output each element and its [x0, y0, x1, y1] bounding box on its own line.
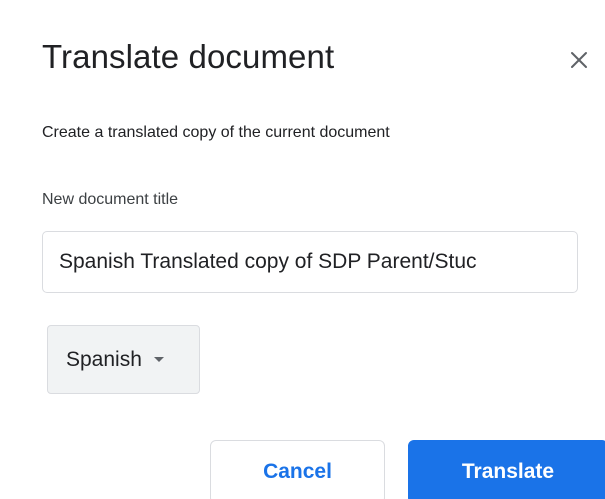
- translate-button[interactable]: Translate: [408, 440, 605, 499]
- close-button[interactable]: [565, 46, 593, 74]
- dialog-title: Translate document: [42, 38, 335, 75]
- new-document-title-input[interactable]: [42, 231, 578, 293]
- language-dropdown[interactable]: Spanish: [47, 325, 200, 394]
- dialog-description: Create a translated copy of the current …: [42, 124, 390, 141]
- new-document-title-label: New document title: [42, 191, 179, 208]
- close-icon: [571, 52, 587, 68]
- caret-down-icon: [153, 357, 164, 362]
- cancel-button[interactable]: Cancel: [210, 440, 385, 499]
- translate-document-dialog: Translate document Create a translated c…: [0, 0, 605, 499]
- language-dropdown-value: Spanish: [66, 347, 142, 371]
